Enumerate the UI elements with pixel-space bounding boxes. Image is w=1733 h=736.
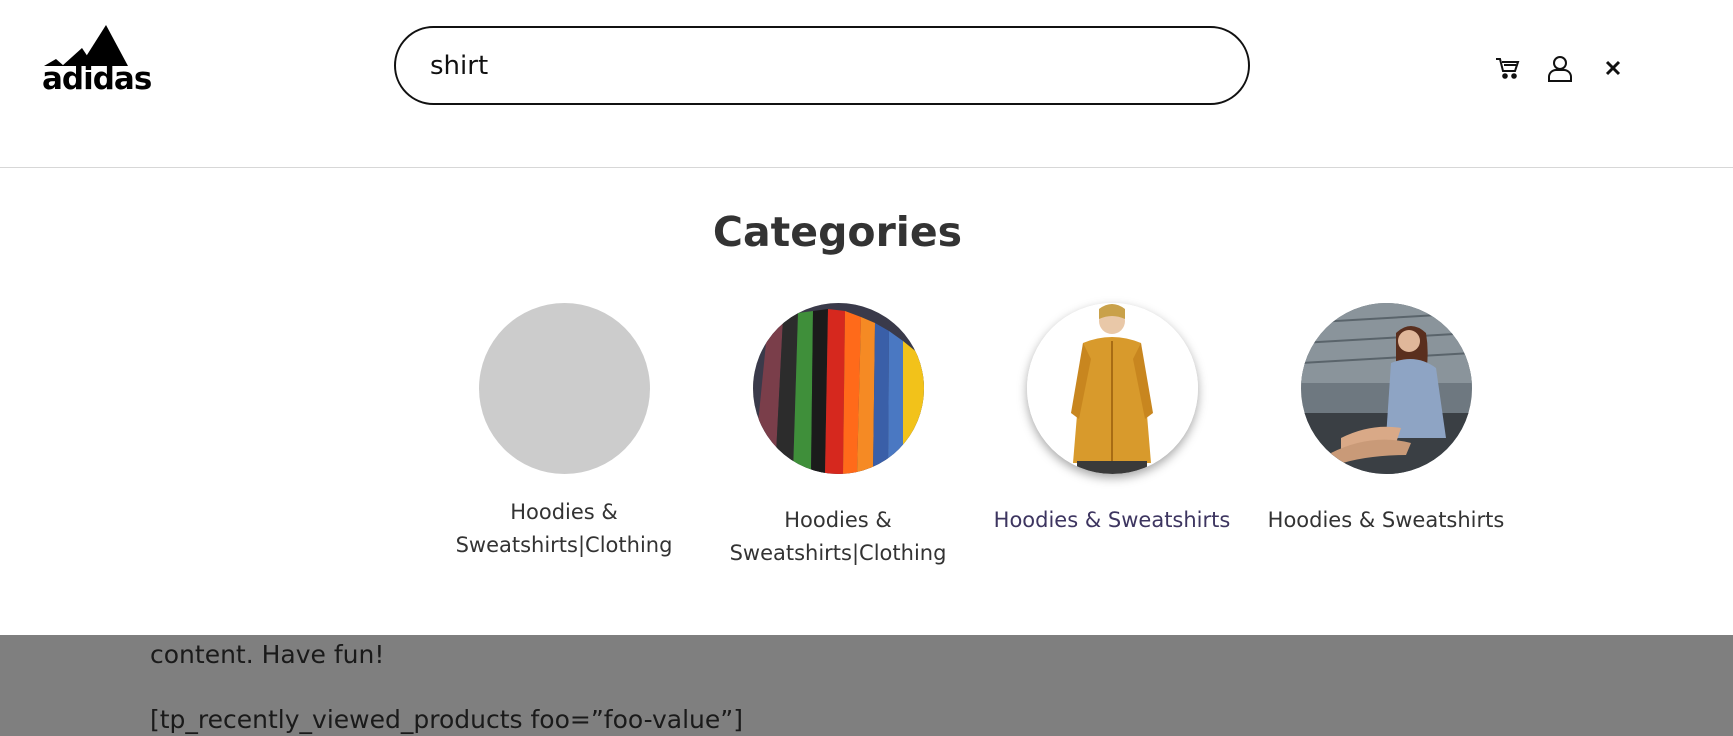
category-label[interactable]: Hoodies & Sweatshirts xyxy=(987,504,1237,537)
categories-title: Categories xyxy=(712,208,963,256)
site-header: adidas xyxy=(0,0,1733,168)
category-item[interactable]: Hoodies & Sweatshirts xyxy=(1261,303,1511,537)
search-results-panel: Categories Hoodies & Sweatshirts|Clothin… xyxy=(0,168,1733,635)
category-item[interactable]: Hoodies & Sweatshirts|Clothing xyxy=(439,303,689,562)
category-image-blue-hoodie[interactable] xyxy=(1300,303,1472,474)
user-icon[interactable] xyxy=(1544,52,1576,84)
close-icon[interactable] xyxy=(1597,52,1629,84)
category-label[interactable]: Hoodies & Sweatshirts xyxy=(1261,504,1511,537)
background-content-text: content. Have fun! xyxy=(150,640,385,669)
category-label[interactable]: Hoodies & Sweatshirts|Clothing xyxy=(439,496,689,562)
category-image-shirts[interactable] xyxy=(752,303,924,474)
category-item[interactable]: Hoodies & Sweatshirts|Clothing xyxy=(713,303,963,570)
cart-icon[interactable] xyxy=(1491,52,1523,84)
category-image-orange-jacket[interactable] xyxy=(1026,303,1198,474)
category-item[interactable]: Hoodies & Sweatshirts xyxy=(987,303,1237,537)
adidas-three-stripes-icon xyxy=(44,25,128,66)
background-shortcode-text: [tp_recently_viewed_products foo=”foo-va… xyxy=(150,705,743,734)
search-input[interactable] xyxy=(394,26,1250,105)
adidas-logo[interactable]: adidas xyxy=(42,24,152,100)
logo-text: adidas xyxy=(42,61,152,97)
category-label[interactable]: Hoodies & Sweatshirts|Clothing xyxy=(713,504,963,570)
category-image-placeholder[interactable] xyxy=(478,303,650,474)
